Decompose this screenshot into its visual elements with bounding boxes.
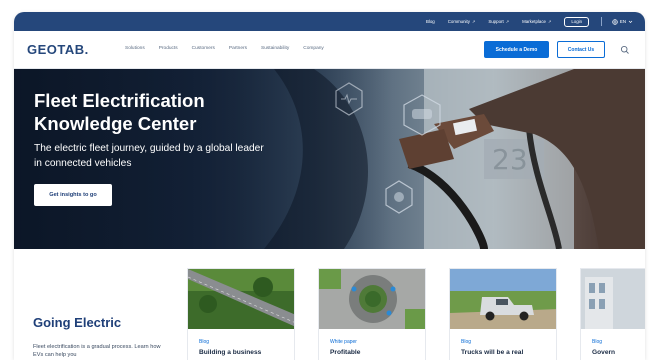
card-image-roundabout — [319, 269, 425, 329]
utility-link-marketplace[interactable]: Marketplace ↗ — [522, 19, 551, 24]
utility-link-label: Blog — [425, 19, 435, 24]
nav-item-partners[interactable]: Partners — [229, 46, 247, 51]
external-link-icon: ↗ — [505, 19, 510, 24]
main-nav: GEOTAB. Solutions Products Customers Par… — [14, 31, 645, 69]
utility-link-community[interactable]: Community ↗ — [448, 19, 476, 24]
utility-link-support[interactable]: Support ↗ — [488, 19, 509, 24]
article-card[interactable]: Blog Trucks will be a real — [449, 268, 557, 360]
external-link-icon: ↗ — [547, 19, 552, 24]
logo-text: GEOTAB — [27, 42, 85, 57]
utility-bar: Blog Community ↗ Support ↗ Marketplace ↗ Lo… — [14, 12, 645, 31]
nav-item-products[interactable]: Products — [159, 46, 178, 51]
geotab-logo[interactable]: GEOTAB. — [27, 42, 89, 57]
browser-page: Blog Community ↗ Support ↗ Marketplace ↗ Lo… — [14, 12, 645, 360]
card-tag: Blog — [199, 339, 210, 345]
utility-link-label: Support — [488, 19, 504, 24]
card-title: Building a business — [199, 349, 262, 356]
card-title: Govern — [592, 349, 616, 356]
article-card[interactable]: Blog Govern — [580, 268, 645, 360]
schedule-demo-button[interactable]: Schedule a Demo — [484, 41, 549, 58]
card-tag: Blog — [592, 339, 603, 345]
utility-link-label: Community — [447, 19, 470, 24]
card-tag: Blog — [461, 339, 472, 345]
search-icon[interactable] — [620, 45, 630, 55]
article-card[interactable]: Blog Building a business — [187, 268, 295, 360]
nav-item-sustainability[interactable]: Sustainability — [261, 46, 289, 51]
hero-title: Fleet Electrification Knowledge Center — [34, 90, 205, 134]
nav-links: Solutions Products Customers Partners Su… — [125, 46, 338, 51]
going-electric-section: Going Electric Fleet electrification is … — [14, 249, 645, 360]
utility-divider — [601, 17, 602, 26]
utility-link-label: Marketplace — [522, 19, 546, 24]
language-label: EN — [619, 19, 626, 24]
card-image-highway — [188, 269, 294, 329]
nav-item-customers[interactable]: Customers — [192, 46, 215, 51]
nav-item-solutions[interactable]: Solutions — [125, 46, 145, 51]
utility-link-blog[interactable]: Blog — [426, 19, 435, 24]
contact-us-button[interactable]: Contact Us — [557, 41, 605, 58]
card-tag: White paper — [330, 339, 357, 345]
logo-dot: . — [84, 42, 89, 57]
language-selector[interactable]: EN — [612, 18, 633, 25]
hero-banner: 23 Fleet Electrification Knowledge Cente… — [14, 69, 645, 249]
section-title: Going Electric — [33, 315, 122, 330]
nav-item-company[interactable]: Company — [303, 46, 324, 51]
card-title: Trucks will be a real — [461, 349, 524, 356]
card-image-building — [581, 269, 645, 329]
chevron-down-icon — [628, 20, 633, 23]
external-link-icon: ↗ — [471, 19, 476, 24]
login-button[interactable]: Login — [564, 16, 590, 27]
card-title: Profitable — [330, 349, 361, 356]
article-card[interactable]: White paper Profitable — [318, 268, 426, 360]
globe-icon — [612, 18, 618, 25]
hero-subtitle: The electric fleet journey, guided by a … — [34, 143, 264, 169]
section-text: Fleet electrification is a gradual proce… — [33, 344, 161, 358]
card-image-truck — [450, 269, 556, 329]
get-insights-button[interactable]: Get insights to go — [34, 184, 112, 206]
